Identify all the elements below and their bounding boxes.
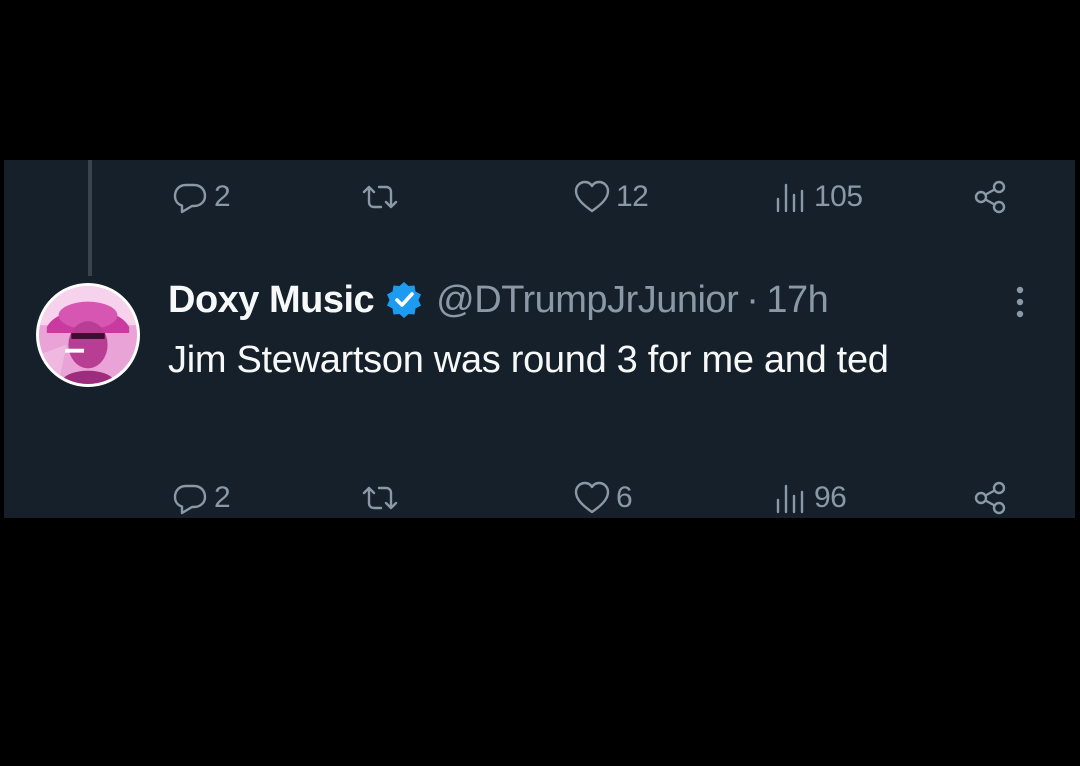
verified-badge-icon (387, 282, 422, 318)
views-icon (776, 484, 804, 514)
like-button[interactable]: 12 (572, 175, 649, 219)
retweet-button[interactable] (360, 476, 404, 518)
share-button[interactable] (970, 175, 1010, 219)
view-count: 96 (814, 481, 847, 514)
display-name[interactable]: Doxy Music (168, 279, 375, 322)
avatar-image (39, 286, 137, 384)
view-count: 105 (814, 180, 863, 213)
views-button[interactable]: 96 (770, 476, 847, 518)
reply-count: 2 (214, 180, 231, 213)
timeline-panel: 2 12 105 Doxy Music @DTrumpJrJunior · 17… (4, 160, 1075, 518)
share-icon (974, 180, 1006, 214)
views-button[interactable]: 105 (770, 175, 863, 219)
previous-tweet-action-bar: 2 12 105 (170, 175, 1030, 219)
share-icon (974, 481, 1006, 515)
reply-button[interactable]: 2 (170, 175, 231, 219)
retweet-icon (362, 486, 398, 510)
tweet-action-bar: 2 6 96 (170, 476, 1030, 518)
retweet-button[interactable] (360, 175, 404, 219)
avatar[interactable] (36, 283, 140, 387)
reply-count: 2 (214, 481, 231, 514)
reply-button[interactable]: 2 (170, 476, 231, 518)
thread-connector-line (88, 160, 92, 276)
meta-separator: · (746, 278, 759, 321)
like-count: 12 (616, 180, 649, 213)
tweet-timestamp[interactable]: 17h (766, 279, 828, 322)
tweet-header: Doxy Music @DTrumpJrJunior · 17h (168, 273, 829, 327)
heart-icon (574, 481, 610, 514)
more-options-icon[interactable] (1008, 282, 1032, 322)
like-count: 6 (616, 481, 633, 514)
retweet-icon (362, 185, 398, 209)
tweet-text: Jim Stewartson was round 3 for me and te… (168, 339, 889, 381)
share-button[interactable] (970, 476, 1010, 518)
reply-icon (173, 484, 207, 515)
views-icon (776, 183, 804, 213)
like-button[interactable]: 6 (572, 476, 633, 518)
reply-icon (173, 183, 207, 214)
heart-icon (574, 180, 610, 213)
user-handle[interactable]: @DTrumpJrJunior (436, 279, 739, 322)
